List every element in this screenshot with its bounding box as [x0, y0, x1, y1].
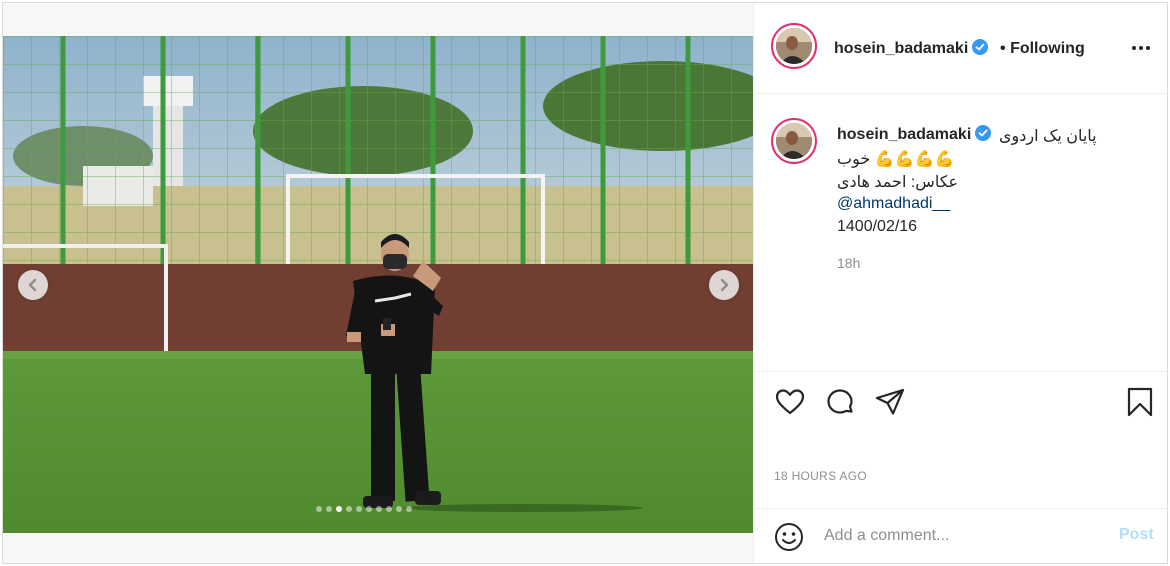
mention-link[interactable]: @ahmadhadi__	[837, 195, 950, 213]
smiley-icon	[775, 523, 803, 551]
carousel-dot	[396, 506, 402, 512]
post-side-panel: hosein_badamaki • Following hosein_badam…	[753, 3, 1167, 563]
instagram-post: hosein_badamaki • Following hosein_badam…	[2, 2, 1168, 564]
verified-badge-icon	[975, 125, 992, 141]
comment-input[interactable]	[824, 523, 1094, 549]
caption-area: hosein_badamaki پایان یک اردوی 💪💪💪💪 خوب …	[754, 94, 1167, 371]
header-username[interactable]: hosein_badamaki	[834, 39, 989, 58]
caption-relative-time[interactable]: 18h	[837, 255, 860, 271]
carousel-dot	[316, 506, 322, 512]
caption-line-2: 💪💪💪💪 خوب	[837, 151, 955, 168]
post-media	[3, 3, 753, 563]
action-bar	[754, 371, 1167, 432]
post-timestamp[interactable]: 18 HOURS AGO	[774, 469, 867, 483]
comment-bubble-icon	[827, 389, 853, 414]
like-button[interactable]	[774, 386, 806, 423]
chevron-right-icon	[720, 278, 729, 292]
carousel-prev-button[interactable]	[18, 270, 48, 300]
carousel-dot	[336, 506, 342, 512]
bookmark-icon	[1127, 387, 1153, 417]
post-header: hosein_badamaki • Following	[754, 3, 1167, 94]
caption-date: 1400/02/16	[837, 218, 918, 235]
carousel-dot	[326, 506, 332, 512]
comment-bar: Post	[754, 508, 1167, 563]
share-button[interactable]	[874, 386, 906, 423]
more-options-icon	[1132, 46, 1150, 50]
heart-icon	[775, 389, 805, 415]
carousel-dot	[406, 506, 412, 512]
save-button[interactable]	[1124, 386, 1156, 423]
carousel-dot	[376, 506, 382, 512]
carousel-dot	[366, 506, 372, 512]
carousel-next-button[interactable]	[709, 270, 739, 300]
caption-username[interactable]: hosein_badamaki	[837, 125, 992, 144]
carousel-dot	[346, 506, 352, 512]
caption-avatar[interactable]	[771, 118, 817, 164]
emoji-button[interactable]	[773, 521, 805, 558]
carousel-indicator	[316, 506, 412, 512]
post-comment-button[interactable]: Post	[1119, 526, 1154, 544]
carousel-dot	[356, 506, 362, 512]
paper-plane-icon	[875, 388, 905, 415]
comment-button[interactable]	[824, 386, 856, 423]
avatar[interactable]	[771, 23, 817, 69]
verified-badge-icon	[972, 39, 989, 55]
carousel-dot	[386, 506, 392, 512]
post-photo[interactable]	[3, 36, 753, 533]
caption-line-1: پایان یک اردوی	[999, 128, 1097, 145]
chevron-left-icon	[28, 278, 37, 292]
caption-line-3: عکاس: احمد هادی	[837, 174, 959, 191]
following-button[interactable]: • Following	[1000, 40, 1085, 58]
more-options-button[interactable]	[1130, 41, 1152, 60]
